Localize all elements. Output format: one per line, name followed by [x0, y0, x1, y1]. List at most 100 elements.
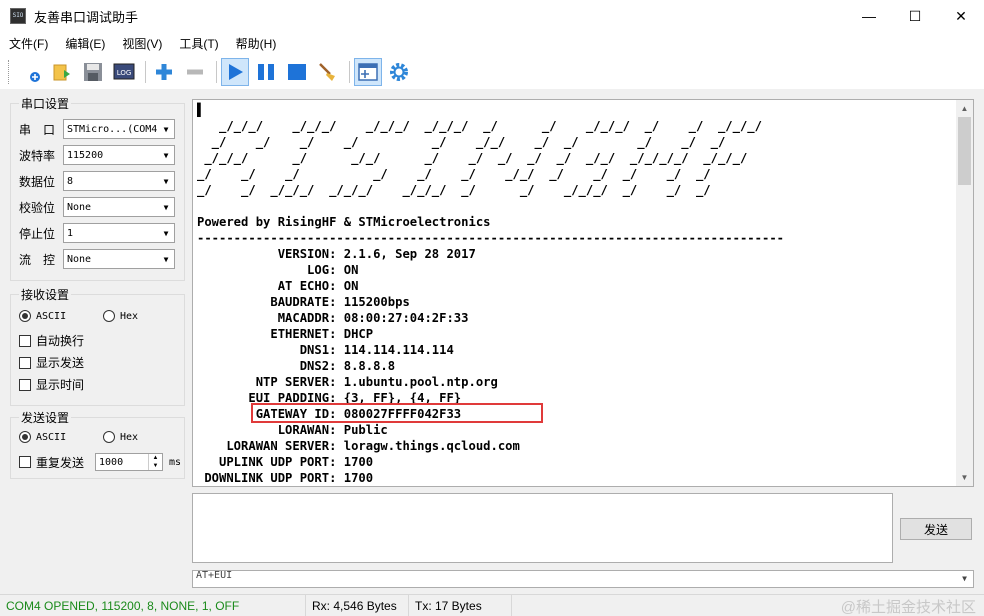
repeat-send-option: 重复发送 1000 ▲ ▼ ms: [19, 453, 181, 471]
receive-line: AT ECHO: ON: [197, 279, 359, 293]
scroll-down-icon[interactable]: ▼: [956, 469, 973, 486]
receive-line: [197, 198, 953, 214]
auto-wrap-checkbox[interactable]: [19, 334, 31, 347]
receive-line: DOWNLINK UDP PORT: 1700: [197, 471, 374, 485]
menu-view[interactable]: 视图(V): [113, 35, 170, 52]
databits-row: 数据位 8 ▼: [19, 171, 175, 191]
send-settings-title: 发送设置: [19, 409, 72, 426]
parity-select[interactable]: None ▼: [63, 197, 175, 217]
send-textarea[interactable]: [192, 493, 893, 563]
parity-value: None: [67, 201, 92, 213]
receive-line: VERSION: 2.1.6, Sep 28 2017: [197, 247, 476, 261]
auto-wrap-label: 自动换行: [36, 334, 85, 348]
parity-label: 校验位: [19, 200, 56, 215]
menu-file[interactable]: 文件(F): [0, 35, 56, 52]
layout-button[interactable]: [354, 58, 382, 86]
minimize-button[interactable]: —: [846, 0, 892, 32]
baudrate-select[interactable]: 115200 ▼: [63, 145, 175, 165]
databits-label: 数据位: [19, 174, 56, 189]
scroll-up-icon[interactable]: ▲: [956, 100, 973, 117]
auto-wrap-option[interactable]: 自动换行: [19, 332, 84, 349]
stopbits-row: 停止位 1 ▼: [19, 223, 175, 243]
menu-help[interactable]: 帮助(H): [227, 35, 285, 52]
new-button[interactable]: [17, 58, 45, 86]
menu-bar: 文件(F) 编辑(E) 视图(V) 工具(T) 帮助(H): [0, 32, 984, 54]
receive-ascii-option[interactable]: ASCII: [19, 310, 66, 322]
databits-select[interactable]: 8 ▼: [63, 171, 175, 191]
save-button[interactable]: [79, 58, 107, 86]
stop-button[interactable]: [283, 58, 311, 86]
scrollbar-thumb[interactable]: [958, 117, 971, 185]
stopbits-label: 停止位: [19, 226, 56, 241]
new-icon: [30, 72, 40, 82]
chevron-down-icon: ▼: [158, 172, 174, 190]
toolbar-grip: [8, 60, 11, 84]
receive-settings-group: 接收设置 ASCII Hex 自动换行 显示发送 显示时间: [10, 286, 185, 406]
show-time-option[interactable]: 显示时间: [19, 376, 84, 393]
receive-line: DNS2: 8.8.8.8: [197, 359, 396, 373]
show-time-checkbox[interactable]: [19, 378, 31, 391]
port-label: 串 口: [19, 122, 56, 137]
send-hex-option[interactable]: Hex: [103, 431, 138, 443]
baudrate-value: 115200: [67, 149, 104, 161]
baudrate-label: 波特率: [19, 148, 56, 163]
interval-spinbox[interactable]: 1000 ▲ ▼: [95, 453, 164, 471]
stopbits-select[interactable]: 1 ▼: [63, 223, 175, 243]
flowcontrol-row: 流 控 None ▼: [19, 249, 175, 269]
receive-textarea[interactable]: ▌ _/_/_/ _/_/_/ _/_/_/ _/_/_/ _/ _/ _/_/…: [192, 99, 974, 487]
window-controls: — ☐ ✕: [846, 0, 984, 32]
receive-line: MACADDR: 08:00:27:04:2F:33: [197, 311, 469, 325]
rx-count: Rx: 4,546 Bytes: [306, 594, 409, 616]
app-icon: SIO: [10, 8, 26, 24]
spin-arrows-icon[interactable]: ▲ ▼: [148, 454, 162, 470]
send-ascii-option[interactable]: ASCII: [19, 431, 66, 443]
receive-hex-radio[interactable]: [103, 310, 115, 322]
play-icon: [229, 64, 243, 80]
chevron-down-icon: ▼: [158, 198, 174, 216]
parity-row: 校验位 None ▼: [19, 197, 175, 217]
send-history-select[interactable]: AT+EUI ▼: [192, 570, 974, 588]
receive-line: ----------------------------------------…: [197, 231, 784, 245]
flowcontrol-label: 流 控: [19, 252, 56, 267]
vertical-scrollbar[interactable]: ▲ ▼: [956, 100, 973, 486]
send-button[interactable]: 发送: [900, 518, 972, 540]
send-history-value: AT+EUI: [196, 570, 233, 581]
receive-line: LORAWAN: Public: [197, 423, 388, 437]
pause-button[interactable]: [252, 58, 280, 86]
send-ascii-radio[interactable]: [19, 431, 31, 443]
pause-icon: [258, 64, 274, 80]
port-select[interactable]: STMicro...(COM4 ▼: [63, 119, 175, 139]
serial-settings-title: 串口设置: [19, 95, 72, 112]
log-button[interactable]: LOG: [110, 58, 138, 86]
send-hex-label: Hex: [120, 431, 139, 443]
clear-button[interactable]: [314, 58, 342, 86]
start-button[interactable]: [221, 58, 249, 86]
gear-icon: [390, 63, 408, 81]
show-send-option[interactable]: 显示发送: [19, 354, 84, 371]
maximize-button[interactable]: ☐: [892, 0, 938, 32]
receive-ascii-radio[interactable]: [19, 310, 31, 322]
chevron-down-icon: ▼: [158, 250, 174, 268]
window-layout-icon: [358, 63, 378, 81]
interval-unit: ms: [169, 456, 182, 468]
show-send-checkbox[interactable]: [19, 356, 31, 369]
receive-line: UPLINK UDP PORT: 1700: [197, 455, 374, 469]
open-button[interactable]: [48, 58, 76, 86]
settings-button[interactable]: [385, 58, 413, 86]
save-icon: [84, 63, 102, 81]
remove-button[interactable]: [181, 58, 209, 86]
stopbits-value: 1: [67, 227, 74, 239]
menu-edit[interactable]: 编辑(E): [56, 35, 113, 52]
add-button[interactable]: [150, 58, 178, 86]
menu-tools[interactable]: 工具(T): [170, 35, 226, 52]
serial-settings-group: 串口设置 串 口 STMicro...(COM4 ▼ 波特率 115200 ▼ 数据…: [10, 95, 185, 281]
close-button[interactable]: ✕: [938, 0, 984, 32]
receive-hex-option[interactable]: Hex: [103, 310, 138, 322]
repeat-send-checkbox[interactable]: [19, 456, 31, 468]
toolbar-separator: [349, 61, 350, 83]
show-send-label: 显示发送: [36, 356, 85, 370]
flowcontrol-select[interactable]: None ▼: [63, 249, 175, 269]
receive-line: Powered by RisingHF & STMicroelectronics: [197, 215, 491, 229]
receive-ascii-label: ASCII: [36, 310, 67, 322]
send-hex-radio[interactable]: [103, 431, 115, 443]
